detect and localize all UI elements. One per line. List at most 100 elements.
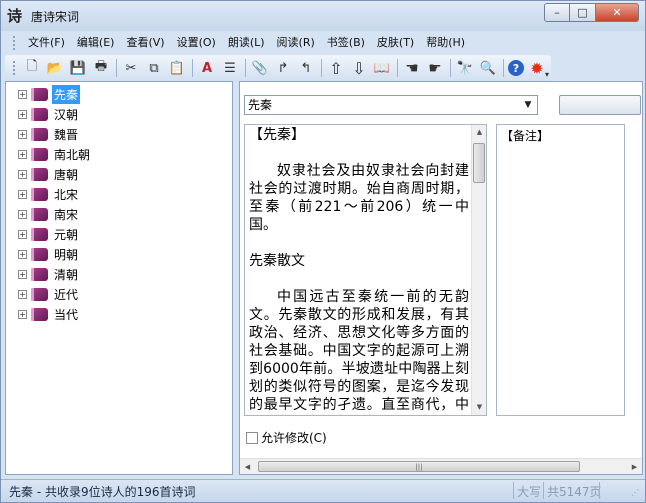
hand-right-icon[interactable]: ☛ — [425, 58, 445, 78]
app-icon: 诗 — [7, 7, 23, 25]
window-title: 唐诗宋词 — [31, 10, 80, 24]
cut-icon[interactable]: ✂ — [121, 58, 141, 78]
save-icon[interactable]: 💾 — [68, 58, 88, 78]
menu-reading[interactable]: 阅读(R) — [271, 33, 321, 53]
hand-left-icon[interactable]: ☚ — [402, 58, 422, 78]
tree-item-yuan[interactable]: + 元朝 — [6, 224, 232, 244]
scroll-thumb[interactable] — [473, 143, 485, 183]
tree-item-qing[interactable]: + 清朝 — [6, 264, 232, 284]
menu-edit[interactable]: 编辑(E) — [71, 33, 121, 53]
tree-item-ming[interactable]: + 明朝 — [6, 244, 232, 264]
scroll-up-icon[interactable]: ▲ — [472, 125, 486, 140]
arrow-down-icon[interactable]: ⇩ — [349, 58, 369, 78]
expand-icon[interactable]: + — [18, 129, 27, 139]
dynasty-tree[interactable]: + 先秦 + 汉朝 + 魏晋 + 南北朝 + 唐朝 + 北宋 + 南宋 + 元朝… — [5, 81, 233, 475]
chevron-down-icon[interactable]: ▼ — [521, 97, 535, 113]
menu-grip[interactable] — [13, 36, 16, 50]
toolbar: 🗋 📂 💾 🖶 ✂ ⧉ 📋 A ☰ 📎 ↱ ↰ ⇧ ⇩ 📖 ☚ ☛ 🔭 🔍 ? … — [5, 55, 551, 81]
tree-item-label: 唐朝 — [54, 167, 79, 182]
help-icon[interactable]: ? — [508, 60, 524, 76]
tree-item-label: 南北朝 — [54, 147, 91, 162]
horizontal-scrollbar[interactable]: ◀ ||| ▶ — [240, 458, 642, 474]
expand-icon[interactable]: + — [18, 209, 27, 219]
menu-settings[interactable]: 设置(O) — [171, 33, 222, 53]
menu-bar: 文件(F) 编辑(E) 查看(V) 设置(O) 朗读(L) 阅读(R) 书签(B… — [5, 32, 641, 54]
content-paragraph: 中国远古至秦统一前的无韵文。先秦散文的形成和发展，有其政治、经济、思想文化等多方… — [249, 289, 469, 413]
tree-item-nanbeichao[interactable]: + 南北朝 — [6, 144, 232, 164]
tree-item-han[interactable]: + 汉朝 — [6, 104, 232, 124]
book-icon — [31, 207, 48, 221]
bookmark-next-icon[interactable]: ↱ — [273, 58, 293, 78]
toolbar-overflow-icon[interactable]: ▾ — [545, 70, 549, 79]
tree-item-dangdai[interactable]: + 当代 — [6, 304, 232, 324]
tree-item-weijin[interactable]: + 魏晋 — [6, 124, 232, 144]
find-icon[interactable]: 🔭 — [455, 58, 475, 78]
book-icon — [31, 87, 48, 101]
book-icon — [31, 147, 48, 161]
expand-icon[interactable]: + — [18, 89, 27, 99]
align-icon[interactable]: ☰ — [220, 58, 240, 78]
resize-grip-icon[interactable]: ⋰ — [631, 488, 643, 500]
toolbar-grip[interactable] — [13, 61, 16, 75]
scroll-thumb[interactable]: ||| — [258, 461, 580, 472]
title-bar[interactable]: 诗 唐诗宋词 – □ ✕ — [1, 1, 645, 31]
expand-icon[interactable]: + — [18, 149, 27, 159]
tree-item-nansong[interactable]: + 南宋 — [6, 204, 232, 224]
status-divider — [599, 482, 600, 499]
tree-item-label: 当代 — [54, 307, 79, 322]
app-window: 诗 唐诗宋词 – □ ✕ 文件(F) 编辑(E) 查看(V) 设置(O) 朗读(… — [0, 0, 646, 503]
arrow-up-icon[interactable]: ⇧ — [326, 58, 346, 78]
tree-item-xianqin[interactable]: + 先秦 — [6, 84, 232, 104]
checkbox-box[interactable] — [246, 431, 258, 444]
dynasty-select-value: 先秦 — [248, 98, 273, 112]
content-vertical-scrollbar[interactable]: ▲ ▼ — [471, 125, 486, 415]
paste-icon[interactable]: 📋 — [167, 58, 187, 78]
scroll-down-icon[interactable]: ▼ — [472, 400, 486, 415]
expand-icon[interactable]: + — [18, 109, 27, 119]
expand-icon[interactable]: + — [18, 229, 27, 239]
allow-edit-checkbox[interactable]: 允许修改(C) — [246, 429, 327, 446]
maximize-button[interactable]: □ — [570, 3, 596, 22]
copy-icon[interactable]: ⧉ — [144, 58, 164, 78]
tree-item-label: 元朝 — [54, 227, 79, 242]
secondary-select[interactable] — [559, 95, 641, 115]
new-file-icon[interactable]: 🗋 — [22, 58, 42, 78]
paperclip-icon[interactable]: 📎 — [250, 58, 270, 78]
font-color-icon[interactable]: A — [197, 58, 217, 78]
menu-file[interactable]: 文件(F) — [22, 33, 71, 53]
tree-item-jindai[interactable]: + 近代 — [6, 284, 232, 304]
tree-item-label: 明朝 — [54, 247, 79, 262]
expand-icon[interactable]: + — [18, 289, 27, 299]
expand-icon[interactable]: + — [18, 309, 27, 319]
content-text-panel[interactable]: 【先秦】 奴隶社会及由奴隶社会向封建社会的过渡时期。始自商周时期，至秦（前221… — [244, 124, 487, 416]
scroll-left-icon[interactable]: ◀ — [240, 459, 255, 475]
book-icon[interactable]: 📖 — [372, 58, 392, 78]
tree-item-label: 南宋 — [54, 207, 79, 222]
menu-help[interactable]: 帮助(H) — [420, 33, 471, 53]
bookmark-prev-icon[interactable]: ↰ — [296, 58, 316, 78]
dynasty-select[interactable]: 先秦 ▼ — [244, 95, 538, 115]
book-icon — [31, 287, 48, 301]
notes-panel[interactable]: 【备注】 — [496, 124, 625, 416]
close-button[interactable]: ✕ — [596, 3, 639, 22]
scroll-right-icon[interactable]: ▶ — [627, 459, 642, 475]
menu-skin[interactable]: 皮肤(T) — [371, 33, 420, 53]
tree-item-tang[interactable]: + 唐朝 — [6, 164, 232, 184]
expand-icon[interactable]: + — [18, 249, 27, 259]
expand-icon[interactable]: + — [18, 189, 27, 199]
tree-item-beisong[interactable]: + 北宋 — [6, 184, 232, 204]
expand-icon[interactable]: + — [18, 169, 27, 179]
open-folder-icon[interactable]: 📂 — [45, 58, 65, 78]
tree-item-label: 魏晋 — [54, 127, 79, 142]
minimize-button[interactable]: – — [544, 3, 570, 22]
menu-read-aloud[interactable]: 朗读(L) — [222, 33, 271, 53]
status-divider — [513, 482, 514, 499]
book-icon — [31, 227, 48, 241]
expand-icon[interactable]: + — [18, 269, 27, 279]
menu-bookmarks[interactable]: 书签(B) — [321, 33, 371, 53]
print-icon[interactable]: 🖶 — [91, 58, 111, 78]
search-icon[interactable]: 🔍 — [478, 58, 498, 78]
notes-heading: 【备注】 — [501, 129, 550, 143]
menu-view[interactable]: 查看(V) — [120, 33, 170, 53]
content-text[interactable]: 【先秦】 奴隶社会及由奴隶社会向封建社会的过渡时期。始自商周时期，至秦（前221… — [245, 125, 471, 415]
